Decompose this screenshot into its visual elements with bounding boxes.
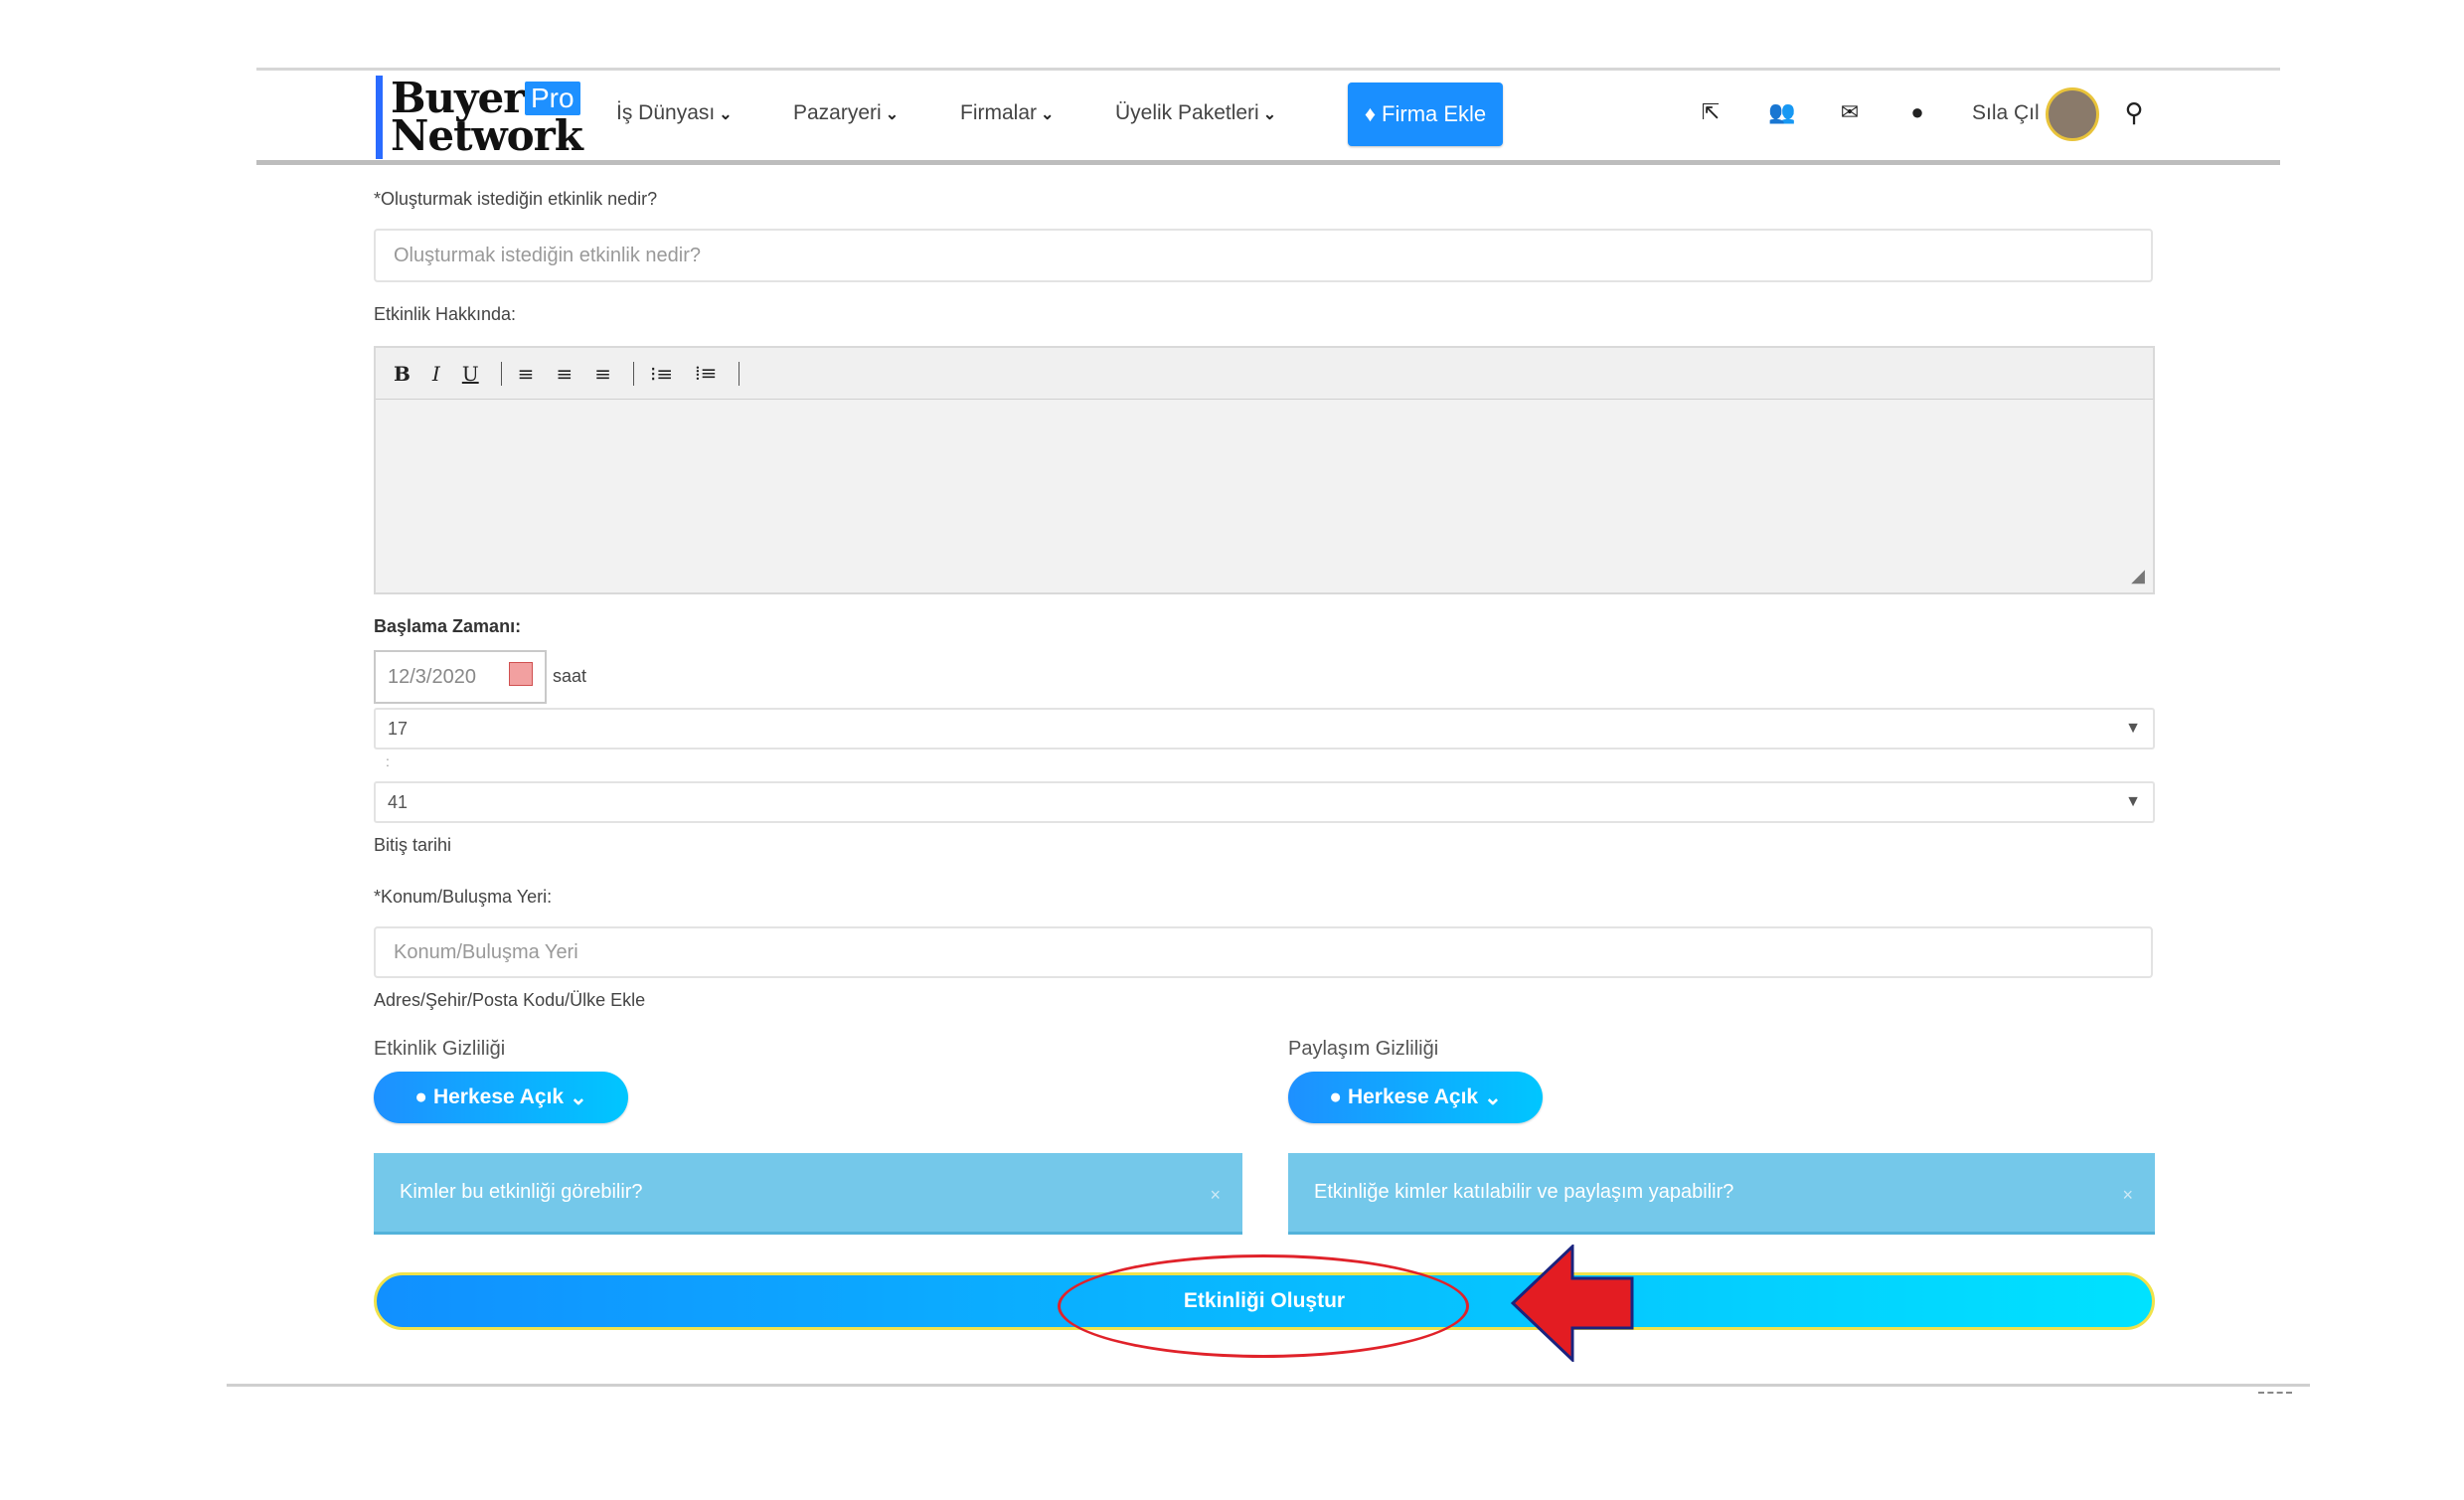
event-privacy-value: Herkese Açık [432,1085,565,1108]
start-time-label: Başlama Zamanı: [374,616,522,636]
logo[interactable]: Buyer Network Pro [376,74,594,163]
logo-badge: Pro [525,82,580,115]
globe-icon: ● [414,1085,427,1108]
editor-toolbar: B I U ≡ ≡ ≡ ⁝≡ ⁞≡ [376,348,2153,400]
close-icon[interactable]: × [2122,1185,2133,1206]
bullet-list-icon[interactable]: ⁝≡ [650,362,673,386]
nav-label: Pazaryeri [793,101,882,124]
nav-item-pazaryeri[interactable]: Pazaryeri ⌄ [793,101,899,125]
chevron-down-icon: ⌄ [885,106,900,123]
top-border [256,68,2280,71]
users-icon[interactable]: 👥 [1765,99,1799,125]
add-company-button[interactable]: ♦ Firma Ekle [1348,83,1503,146]
align-center-icon[interactable]: ≡ [556,362,573,386]
event-privacy-label: Etkinlik Gizliliği [374,1038,506,1060]
nav-label: İş Dünyası [616,101,716,124]
chevron-down-icon: ⌄ [1262,106,1277,123]
location-input[interactable]: Konum/Buluşma Yeri [374,926,2153,978]
nav-label: Üyelik Paketleri [1115,101,1259,124]
nav-label: Firmalar [960,101,1037,124]
share-privacy-dropdown[interactable]: ● Herkese Açık ⌄ [1288,1072,1543,1123]
rich-text-editor[interactable]: B I U ≡ ≡ ≡ ⁝≡ ⁞≡ ◢ [374,346,2155,594]
search-icon[interactable]: ⚲ [2119,97,2149,128]
toolbar-separator [500,361,502,386]
globe-icon[interactable]: ● [1902,99,1932,125]
logo-bar [376,76,383,159]
diamond-icon: ♦ [1364,101,1377,126]
event-privacy-info: Kimler bu etkinliği görebilir? × [374,1153,1242,1235]
add-address-link[interactable]: Adres/Şehir/Posta Kodu/Ülke Ekle [374,990,645,1011]
nav-item-uyelik-paketleri[interactable]: Üyelik Paketleri ⌄ [1115,101,1276,125]
envelope-icon[interactable]: ✉ [1835,99,1865,125]
close-icon[interactable]: × [1210,1185,1221,1206]
start-date-value: 12/3/2020 [388,665,476,688]
bold-button[interactable]: B [394,362,411,386]
dropdown-arrow-icon: ▼ [2125,720,2141,737]
event-privacy-info-text: Kimler bu etkinliği görebilir? [400,1181,643,1203]
nav-item-firmalar[interactable]: Firmalar ⌄ [960,101,1054,125]
share-privacy-label: Paylaşım Gizliliği [1288,1038,1439,1060]
align-right-icon[interactable]: ≡ [594,362,611,386]
logo-text-line2: Network [391,111,583,160]
calendar-icon[interactable] [509,662,533,686]
minute-value: 41 [388,791,409,812]
avatar[interactable] [2046,87,2099,141]
event-title-input[interactable]: Oluşturmak istediğin etkinlik nedir? [374,229,2153,282]
event-privacy-dropdown[interactable]: ● Herkese Açık ⌄ [374,1072,628,1123]
underline-button[interactable]: U [462,362,479,386]
about-label: Etkinlik Hakkında: [374,304,517,324]
editor-text-area[interactable]: ◢ [376,400,2153,592]
bottom-border [227,1384,2310,1387]
resize-handle-icon[interactable]: ◢ [2131,566,2145,586]
chevron-down-icon: ⌄ [1484,1085,1502,1109]
hour-select[interactable]: 17 ▼ [374,708,2155,750]
pointer-arrow-icon [1511,1245,1634,1362]
share-privacy-value: Herkese Açık [1347,1085,1479,1108]
numbered-list-icon[interactable]: ⁞≡ [695,361,717,386]
chevron-down-icon: ⌄ [719,106,733,123]
time-separator: : [386,753,390,769]
external-link-icon[interactable]: ⇱ [1696,99,1725,125]
globe-icon: ● [1329,1085,1342,1108]
chevron-down-icon: ⌄ [570,1085,587,1109]
bottom-dots [2258,1392,2292,1397]
toolbar-separator [632,361,634,386]
italic-button[interactable]: I [432,362,440,386]
event-title-label: *Oluşturmak istediğin etkinlik nedir? [374,189,658,209]
end-date-link[interactable]: Bitiş tarihi [374,835,451,856]
chevron-down-icon: ⌄ [1041,106,1055,123]
location-label: *Konum/Buluşma Yeri: [374,887,553,907]
saat-label: saat [553,666,587,686]
align-left-icon[interactable]: ≡ [518,362,535,386]
highlight-ellipse [1058,1254,1469,1358]
user-name[interactable]: Sıla Çıl [1972,101,2040,125]
add-company-label: Firma Ekle [1382,101,1487,126]
hour-value: 17 [388,718,409,739]
start-date-input[interactable]: 12/3/2020 [374,650,547,704]
dropdown-arrow-icon: ▼ [2125,793,2141,810]
minute-select[interactable]: 41 ▼ [374,781,2155,823]
share-privacy-info-text: Etkinliğe kimler katılabilir ve paylaşım… [1314,1181,1734,1203]
nav-item-is-dunyasi[interactable]: İş Dünyası ⌄ [616,101,733,125]
share-privacy-info: Etkinliğe kimler katılabilir ve paylaşım… [1288,1153,2155,1235]
